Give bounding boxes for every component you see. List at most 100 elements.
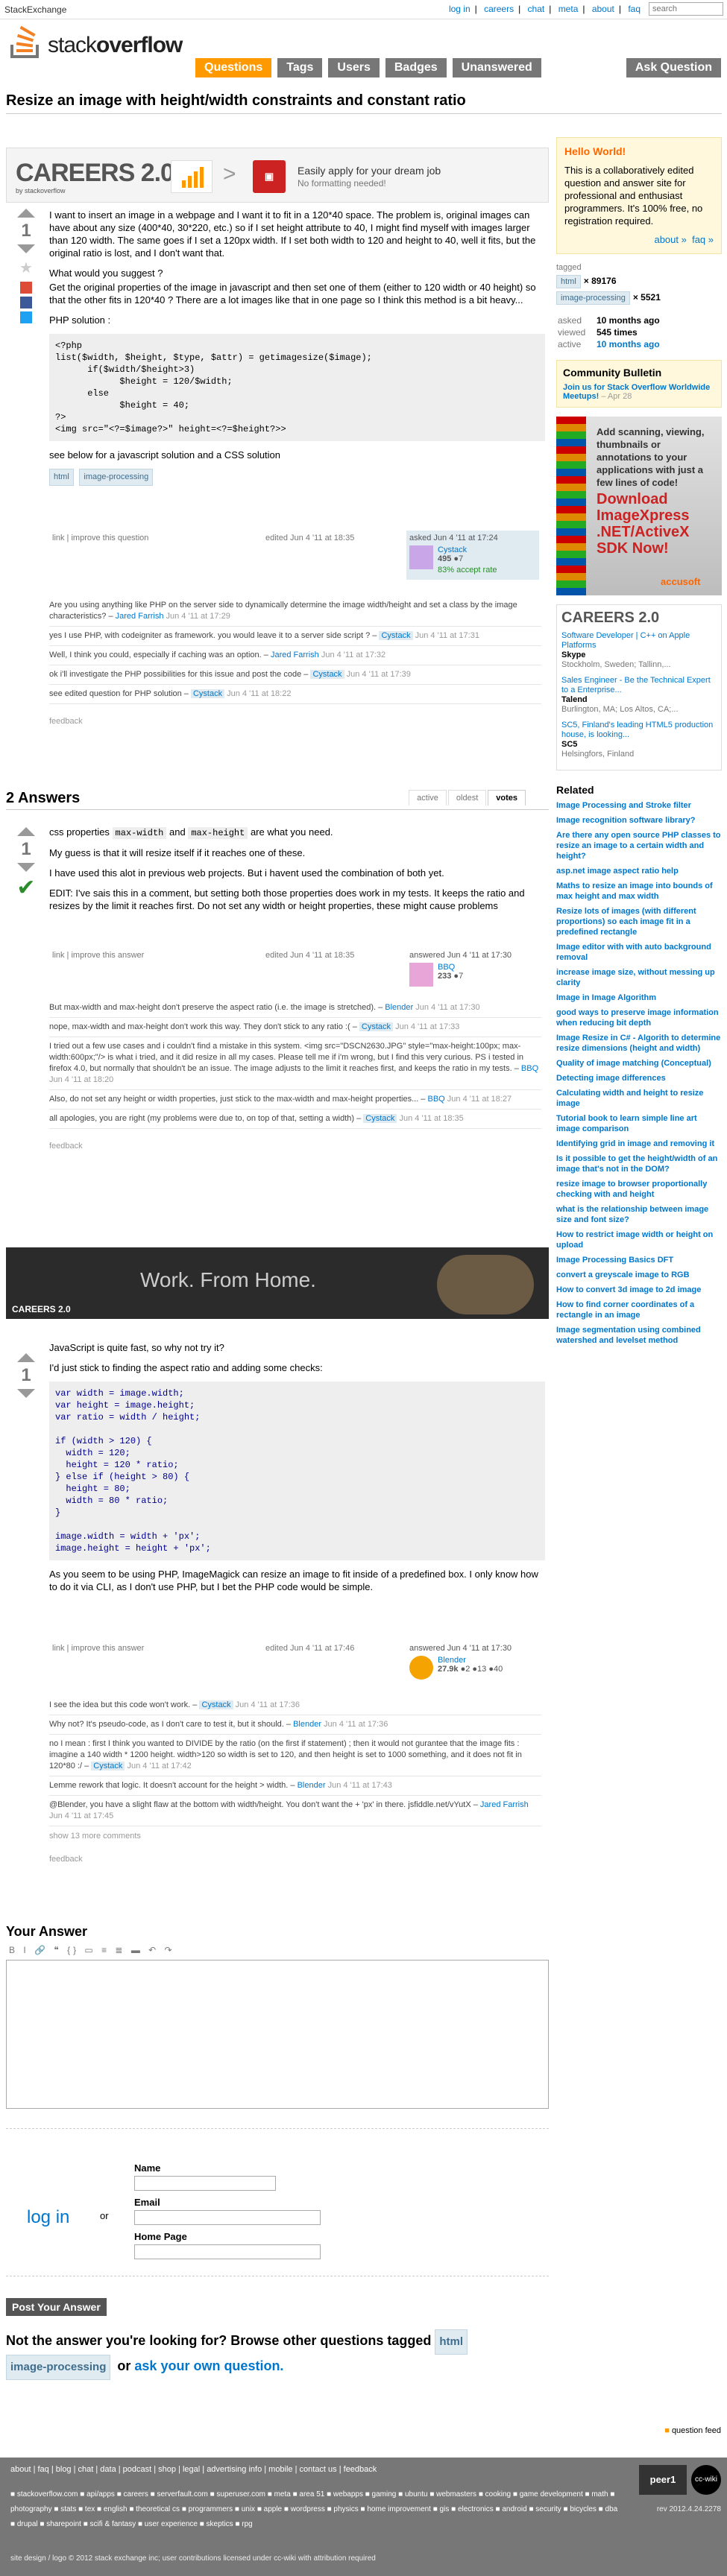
tab-votes[interactable]: votes [488, 790, 526, 806]
question-owner[interactable]: asked Jun 4 '11 at 17:24 Cystack 495 ●7 … [406, 531, 539, 580]
answer1-owner[interactable]: answered Jun 4 '11 at 17:30 BBQ 233 ●7 [406, 948, 539, 997]
related-question-link[interactable]: asp.net image aspect ratio help [556, 866, 722, 876]
related-question-link[interactable]: Maths to resize an image into bounds of … [556, 881, 722, 902]
careers-link[interactable]: careers [484, 4, 514, 14]
related-question-link[interactable]: what is the relationship between image s… [556, 1204, 722, 1225]
tag-html[interactable]: html [556, 275, 581, 288]
related-question-link[interactable]: Image Processing Basics DFT [556, 1255, 722, 1265]
feedback-link[interactable]: feedback [49, 716, 541, 727]
ad-banner[interactable]: Add scanning, viewing, thumbnails or ann… [556, 417, 722, 595]
work-from-home-banner[interactable]: Work. From Home. CAREERS 2.0 [6, 1247, 549, 1319]
post-answer-button[interactable]: Post Your Answer [6, 2298, 107, 2316]
related-question-link[interactable]: good ways to preserve image information … [556, 1007, 722, 1028]
answers-divider [6, 809, 549, 810]
search-input[interactable] [649, 2, 723, 16]
ccwiki-logo[interactable]: cc-wiki [691, 2465, 721, 2495]
vote-down-icon[interactable] [17, 1389, 35, 1398]
favorite-star-icon[interactable]: ★ [19, 261, 34, 276]
work-banner-brand: CAREERS 2.0 [12, 1304, 71, 1314]
stackoverflow-logo[interactable]: stackoverflow [7, 22, 186, 60]
related-question-link[interactable]: Resize lots of images (with different pr… [556, 906, 722, 937]
chat-link[interactable]: chat [528, 4, 545, 14]
vote-up-icon[interactable] [17, 827, 35, 836]
email-field[interactable] [134, 2210, 321, 2225]
ask-question-button[interactable]: Ask Question [626, 58, 721, 77]
homepage-field[interactable] [134, 2244, 321, 2259]
about-link[interactable]: about » [654, 234, 686, 245]
user-rep: 233 [438, 972, 452, 981]
nav-unanswered[interactable]: Unanswered [452, 58, 541, 77]
tab-active[interactable]: active [409, 790, 447, 806]
nav-tags[interactable]: Tags [277, 58, 323, 77]
tag-image-processing[interactable]: image-processing [6, 2355, 111, 2380]
vote-up-icon[interactable] [17, 209, 35, 218]
avatar [409, 1656, 433, 1680]
stackexchange-logo[interactable]: StackExchange [4, 4, 66, 15]
related-question-link[interactable]: Image recognition software library? [556, 815, 722, 826]
question-links[interactable]: link | improve this question [52, 534, 148, 542]
vote-down-icon[interactable] [17, 863, 35, 872]
related-question-link[interactable]: Calculating width and height to resize i… [556, 1088, 722, 1109]
question-edited[interactable]: edited Jun 4 '11 at 18:35 [265, 534, 354, 542]
tab-oldest[interactable]: oldest [447, 790, 487, 806]
tag-html[interactable]: html [435, 2329, 468, 2355]
answer1-edited[interactable]: edited Jun 4 '11 at 18:35 [265, 951, 354, 960]
name-field[interactable] [134, 2176, 276, 2191]
answer2-links[interactable]: link | improve this answer [52, 1644, 144, 1653]
related-question-link[interactable]: resize image to browser proportionally c… [556, 1179, 722, 1200]
footer-links[interactable]: about | faq | blog | chat | data | podca… [10, 2465, 377, 2474]
related-question-link[interactable]: increase image size, without messing up … [556, 967, 722, 988]
related-question-link[interactable]: convert a greyscale image to RGB [556, 1270, 722, 1280]
job-item[interactable]: Software Developer | C++ on Apple Platfo… [561, 631, 717, 670]
twitter-icon[interactable] [20, 311, 32, 323]
login-link[interactable]: log in [449, 4, 470, 14]
related-question-link[interactable]: Image segmentation using combined waters… [556, 1325, 722, 1346]
ask-own-question-link[interactable]: ask your own question. [134, 2358, 283, 2373]
nav-users[interactable]: Users [328, 58, 380, 77]
nav-badges[interactable]: Badges [385, 58, 447, 77]
faq-link[interactable]: faq » [692, 234, 714, 245]
related-question-link[interactable]: Image in Image Algorithm [556, 993, 722, 1003]
related-question-link[interactable]: Is it possible to get the height/width o… [556, 1153, 722, 1174]
careers-banner[interactable]: CAREERS 2.0 by stackoverflow > ▣ Easily … [6, 148, 549, 203]
tag-image-processing[interactable]: image-processing [556, 291, 630, 305]
log-in-link[interactable]: log in [27, 2207, 69, 2228]
related-question-link[interactable]: Quality of image matching (Conceptual) [556, 1058, 722, 1069]
answer1-links[interactable]: link | improve this answer [52, 951, 144, 960]
related-question-link[interactable]: Detecting image differences [556, 1073, 722, 1083]
about-link[interactable]: about [592, 4, 614, 14]
meta-link[interactable]: meta [558, 4, 579, 14]
related-question-link[interactable]: How to find corner coordinates of a rect… [556, 1300, 722, 1320]
question-feed-link[interactable]: ■ question feed [664, 2426, 721, 2435]
faq-link[interactable]: faq [628, 4, 641, 14]
related-question-link[interactable]: Tutorial book to learn simple line art i… [556, 1113, 722, 1134]
job-item[interactable]: SC5, Finland's leading HTML5 production … [561, 721, 717, 759]
vote-up-icon[interactable] [17, 1353, 35, 1362]
related-question-link[interactable]: How to convert 3d image to 2d image [556, 1285, 722, 1295]
vote-down-icon[interactable] [17, 244, 35, 253]
nav-questions[interactable]: Questions [195, 58, 272, 77]
related-question-link[interactable]: Are there any open source PHP classes to… [556, 830, 722, 861]
bulletin-link[interactable]: Join us for Stack Overflow Worldwide Mee… [563, 383, 710, 401]
answer2-owner[interactable]: answered Jun 4 '11 at 17:30 Blender 27.9… [406, 1641, 539, 1690]
feedback-link[interactable]: feedback [49, 1854, 541, 1865]
answer-textarea[interactable] [6, 1960, 549, 2109]
answer2-edited[interactable]: edited Jun 4 '11 at 17:46 [265, 1644, 354, 1653]
related-question-link[interactable]: Image Processing and Stroke filter [556, 800, 722, 811]
question-title[interactable]: Resize an image with height/width constr… [6, 92, 692, 110]
footer-sites[interactable]: ■ stackoverflow.com ■ api/apps ■ careers… [10, 2487, 622, 2532]
googleplus-icon[interactable] [20, 282, 32, 294]
related-question-link[interactable]: Identifying grid in image and removing i… [556, 1139, 722, 1149]
related-question-link[interactable]: How to restrict image width or height on… [556, 1230, 722, 1250]
show-more-comments[interactable]: show 13 more comments [49, 1831, 541, 1842]
tag-html[interactable]: html [49, 469, 74, 486]
facebook-icon[interactable] [20, 297, 32, 308]
tag-image-processing[interactable]: image-processing [79, 469, 154, 486]
peer1-logo[interactable]: peer1 [639, 2465, 687, 2495]
job-item[interactable]: Sales Engineer - Be the Technical Expert… [561, 676, 717, 715]
tag-count: × 89176 [583, 276, 617, 286]
related-question-link[interactable]: Image editor with with auto background r… [556, 942, 722, 963]
editor-toolbar[interactable]: B I 🔗 ❝ {} ▭ ≡ ≣ ▬ ↶ ↷ [6, 1942, 549, 1960]
related-question-link[interactable]: Image Resize in C# - Algorith to determi… [556, 1033, 722, 1054]
feedback-link[interactable]: feedback [49, 1141, 541, 1152]
